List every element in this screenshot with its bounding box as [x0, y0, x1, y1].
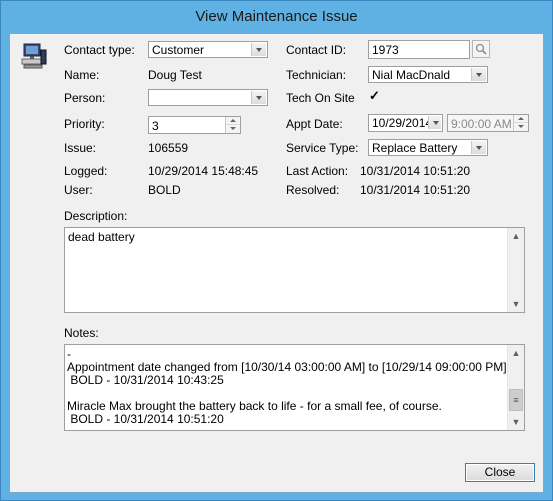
appt-time-value: 9:00:00 AM: [451, 117, 512, 131]
technician-label: Technician:: [286, 68, 347, 82]
spin-down-icon[interactable]: [514, 123, 528, 131]
contact-id-value: 1973: [372, 43, 399, 57]
service-type-value: Replace Battery: [372, 141, 458, 155]
contact-type-label: Contact type:: [64, 43, 135, 57]
contact-type-combo[interactable]: Customer: [148, 41, 268, 58]
title-bar[interactable]: View Maintenance Issue: [1, 1, 552, 33]
logged-value: 10/29/2014 15:48:45: [148, 164, 259, 178]
contact-id-field[interactable]: 1973: [368, 40, 470, 59]
priority-stepper[interactable]: 3: [148, 116, 241, 134]
person-combo[interactable]: [148, 89, 268, 106]
spin-down-icon[interactable]: [226, 125, 240, 133]
appt-time-spin-buttons[interactable]: [513, 115, 528, 131]
magnifier-icon[interactable]: [472, 40, 490, 58]
notes-textarea[interactable]: - Appointment date changed from [10/30/1…: [64, 344, 525, 431]
description-scrollbar[interactable]: ▲ ▼: [507, 228, 524, 312]
dialog-client-area: Contact type: Customer Contact ID: 1973 …: [9, 33, 544, 493]
priority-value: 3: [152, 119, 159, 133]
technician-combo[interactable]: Nial MacDnald: [368, 66, 488, 83]
last-action-label: Last Action:: [286, 164, 349, 178]
service-type-label: Service Type:: [286, 141, 359, 155]
contact-type-value: Customer: [152, 43, 205, 57]
spin-up-icon[interactable]: [226, 117, 240, 125]
spin-up-icon[interactable]: [514, 115, 528, 123]
last-action-value: 10/31/2014 10:51:20: [360, 164, 471, 178]
computer-workstation-icon: [20, 42, 48, 70]
description-text: dead battery: [68, 230, 135, 244]
resolved-value: 10/31/2014 10:51:20: [360, 183, 471, 197]
checkmark-icon: ✓: [369, 88, 380, 103]
priority-spin-buttons[interactable]: [225, 117, 240, 133]
window-title: View Maintenance Issue: [195, 8, 358, 25]
chevron-down-icon[interactable]: [251, 43, 266, 56]
resolved-label: Resolved:: [286, 183, 340, 197]
scroll-up-icon[interactable]: ▲: [508, 228, 524, 244]
appt-date-label: Appt Date:: [286, 117, 343, 131]
scroll-down-icon[interactable]: ▼: [508, 414, 524, 430]
description-label: Description:: [64, 209, 128, 223]
tech-on-site-checkbox[interactable]: ✓: [368, 88, 381, 104]
name-value: Doug Test: [148, 68, 202, 82]
appt-date-value: 10/29/2014: [372, 116, 433, 130]
chevron-down-icon[interactable]: [428, 116, 441, 129]
maintenance-issue-dialog: View Maintenance Issue Contact type: Cus…: [0, 0, 553, 501]
scroll-up-icon[interactable]: ▲: [508, 345, 524, 361]
issue-label: Issue:: [64, 141, 97, 155]
issue-value: 106559: [148, 141, 189, 155]
notes-line: BOLD - 10/31/2014 10:51:20: [67, 412, 224, 426]
notes-text: - Appointment date changed from [10/30/1…: [67, 348, 510, 426]
person-label: Person:: [64, 91, 106, 105]
notes-label: Notes:: [64, 326, 99, 340]
scroll-thumb[interactable]: ≡: [509, 389, 523, 411]
notes-line: BOLD - 10/31/2014 10:43:25: [67, 373, 224, 387]
logged-label: Logged:: [64, 164, 108, 178]
tech-on-site-label: Tech On Site: [286, 91, 355, 105]
user-label: User:: [64, 183, 93, 197]
chevron-down-icon[interactable]: [251, 91, 266, 104]
service-type-combo[interactable]: Replace Battery: [368, 139, 488, 156]
chevron-down-icon[interactable]: [471, 68, 486, 81]
notes-scrollbar[interactable]: ▲ ≡ ▼: [507, 345, 524, 430]
chevron-down-icon[interactable]: [471, 141, 486, 154]
appt-time-stepper[interactable]: 9:00:00 AM: [447, 114, 529, 132]
description-textarea[interactable]: dead battery ▲ ▼: [64, 227, 525, 313]
appt-date-picker[interactable]: 10/29/2014: [368, 114, 443, 132]
close-button[interactable]: Close: [465, 463, 535, 482]
scroll-down-icon[interactable]: ▼: [508, 296, 524, 312]
technician-value: Nial MacDnald: [372, 68, 451, 82]
priority-label: Priority:: [64, 117, 105, 131]
user-value: BOLD: [148, 183, 181, 197]
name-label: Name:: [64, 68, 100, 82]
contact-id-label: Contact ID:: [286, 43, 347, 57]
